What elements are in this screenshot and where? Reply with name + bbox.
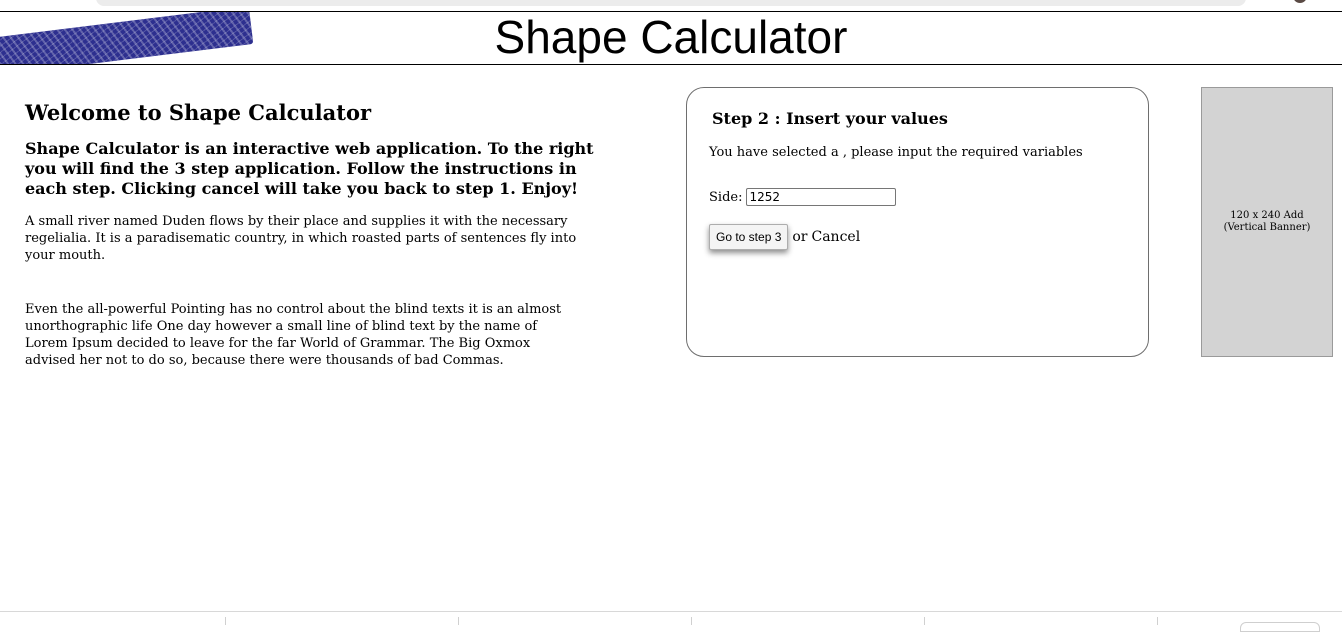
intro-paragraph: A small river named Duden flows by their… bbox=[25, 214, 577, 263]
side-field-row: Side: bbox=[709, 188, 897, 206]
site-header: Shape Calculator bbox=[0, 11, 1342, 65]
footer-separator bbox=[691, 617, 692, 625]
ad-text: 120 x 240 Add (Vertical Banner) bbox=[1224, 210, 1311, 234]
footer-separator bbox=[1157, 617, 1158, 625]
step-description: You have selected a , please input the r… bbox=[709, 145, 1083, 160]
step-title: Step 2 : Insert your values bbox=[712, 109, 948, 128]
page-title: Shape Calculator bbox=[494, 11, 848, 63]
footer-tab bbox=[1240, 622, 1320, 632]
ad-size-label: 120 x 240 Add bbox=[1230, 210, 1304, 221]
welcome-heading: Welcome to Shape Calculator bbox=[25, 100, 372, 125]
or-text: or bbox=[792, 229, 808, 245]
footer-separator bbox=[458, 617, 459, 625]
side-input[interactable] bbox=[746, 188, 897, 206]
ad-type-label: (Vertical Banner) bbox=[1223, 222, 1311, 233]
intro-section: Welcome to Shape Calculator Shape Calcul… bbox=[25, 100, 595, 406]
footer-separator bbox=[924, 617, 925, 625]
step-actions: Go to step 3 or Cancel bbox=[709, 224, 860, 250]
intro-lead: Shape Calculator is an interactive web a… bbox=[25, 139, 594, 198]
footer-divider bbox=[0, 611, 1342, 612]
go-to-step-3-button[interactable]: Go to step 3 bbox=[709, 224, 789, 250]
profile-avatar bbox=[1293, 0, 1307, 3]
intro-paragraph: Even the all-powerful Pointing has no co… bbox=[25, 302, 562, 368]
cancel-link[interactable]: Cancel bbox=[812, 229, 861, 245]
vertical-ad-banner[interactable]: 120 x 240 Add (Vertical Banner) bbox=[1201, 87, 1333, 357]
side-label: Side: bbox=[709, 189, 743, 205]
browser-address-bar bbox=[96, 0, 1246, 6]
footer-separator bbox=[225, 617, 226, 625]
step-panel: Step 2 : Insert your values You have sel… bbox=[686, 87, 1149, 357]
